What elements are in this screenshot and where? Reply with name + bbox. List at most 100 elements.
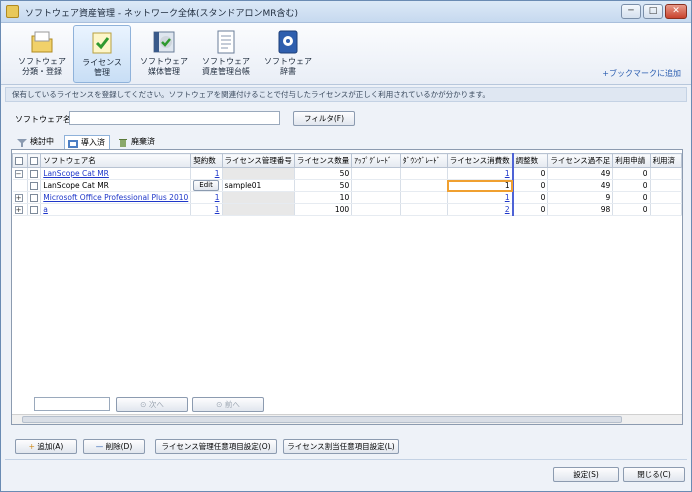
adjust-cell[interactable]: 0	[512, 179, 549, 192]
header-license-qty[interactable]: ライセンス数量	[293, 153, 353, 168]
collapse-toggle[interactable]: −	[14, 170, 23, 178]
used-cell	[650, 203, 683, 216]
tab-considering[interactable]: 検討中	[14, 135, 58, 149]
minimize-button[interactable]: ─	[621, 4, 641, 19]
license-qty-cell[interactable]: 50	[294, 179, 353, 192]
header-surplus[interactable]: ライセンス過不足	[547, 153, 614, 168]
tab-asset-ledger[interactable]: ソフトウェア 資産管理台帳	[197, 25, 255, 83]
add-button[interactable]: + 追加(A)	[15, 439, 77, 454]
tab-considering-label: 検討中	[30, 137, 54, 146]
surplus-cell: 98	[547, 203, 614, 216]
consumed-cell-selected[interactable]: 1	[447, 179, 514, 192]
window-title: ソフトウェア資産管理 - ネットワーク全体(スタンドアロンMR含む)	[25, 9, 299, 19]
consumed-link[interactable]: 1	[505, 193, 510, 202]
downgrade-cell[interactable]	[400, 203, 448, 216]
tab-installed-label: 導入済	[81, 138, 105, 147]
contract-link[interactable]: 1	[215, 169, 220, 178]
downgrade-cell[interactable]	[400, 179, 448, 192]
upgrade-cell[interactable]	[351, 179, 401, 192]
consumed-link[interactable]: 2	[505, 205, 510, 214]
filter-button[interactable]: フィルタ(F)	[293, 111, 355, 126]
software-name-input[interactable]	[69, 111, 280, 125]
select-all-checkbox[interactable]	[15, 157, 23, 165]
used-cell	[650, 167, 683, 180]
tab-software-dictionary[interactable]: ソフトウェア 辞書	[259, 25, 317, 83]
adjust-cell[interactable]: 0	[512, 203, 549, 216]
header-upgrade[interactable]: ｱｯﾌﾟｸﾞﾚｰﾄﾞ	[351, 153, 401, 168]
header-mgmt-number[interactable]: ライセンス管理番号	[221, 153, 295, 168]
minus-icon: —	[95, 442, 106, 451]
downgrade-cell[interactable]	[400, 191, 448, 204]
app-icon	[6, 5, 19, 18]
mgmt-number-cell[interactable]: sample01	[222, 179, 295, 192]
table-row[interactable]: + a 1 100 2 0 98 0	[12, 203, 683, 216]
grid-search-input[interactable]	[34, 397, 110, 411]
contract-link[interactable]: 1	[215, 205, 220, 214]
header-checkbox[interactable]	[30, 157, 39, 165]
tab-license-management[interactable]: ライセンス 管理	[73, 25, 131, 83]
tab-installed[interactable]: 導入済	[64, 135, 110, 149]
adjust-cell[interactable]: 0	[512, 167, 549, 180]
header-downgrade[interactable]: ﾀﾞｳﾝｸﾞﾚｰﾄﾞ	[399, 153, 448, 168]
header-contract[interactable]: 契約数	[190, 153, 223, 168]
table-row[interactable]: + Microsoft Office Professional Plus 201…	[12, 191, 683, 204]
header-application[interactable]: 利用申請	[612, 153, 651, 168]
header-consumed[interactable]: ライセンス消費数	[446, 153, 514, 168]
close-window-button[interactable]: ✕	[665, 4, 687, 19]
next-button[interactable]: ⊙ 次へ	[116, 397, 188, 412]
adjust-cell[interactable]: 0	[512, 191, 549, 204]
installed-icon	[68, 139, 78, 148]
maximize-button[interactable]: □	[643, 4, 663, 19]
settings-button[interactable]: 設定(S)	[553, 467, 619, 482]
row-checkbox[interactable]	[30, 194, 39, 202]
license-qty-cell[interactable]: 100	[294, 203, 353, 216]
software-name-link[interactable]: Microsoft Office Professional Plus 2010	[43, 193, 188, 202]
downgrade-cell[interactable]	[400, 167, 448, 180]
prev-icon: ⊙	[216, 400, 225, 409]
application-cell: 0	[612, 179, 651, 192]
upgrade-cell[interactable]	[351, 203, 401, 216]
scroll-thumb[interactable]	[22, 416, 622, 423]
add-bookmark-link[interactable]: +ブックマークに追加	[602, 68, 681, 79]
contract-link[interactable]: 1	[215, 193, 220, 202]
row-checkbox[interactable]	[30, 206, 39, 214]
row-checkbox[interactable]	[30, 170, 39, 178]
upgrade-cell[interactable]	[351, 167, 401, 180]
license-grid: ソフトウェア名 契約数 ライセンス管理番号 ライセンス数量 ｱｯﾌﾟｸﾞﾚｰﾄﾞ…	[11, 149, 683, 425]
mgmt-optional-settings-button[interactable]: ライセンス管理任意項目設定(O)	[155, 439, 277, 454]
tab-software-media[interactable]: ソフトウェア 媒体管理	[135, 25, 193, 83]
tab-label-line1: ソフトウェア	[264, 57, 312, 66]
expand-toggle[interactable]: +	[14, 194, 23, 202]
expand-toggle[interactable]: +	[14, 206, 23, 214]
prev-button[interactable]: ⊙ 前へ	[192, 397, 264, 412]
upgrade-cell[interactable]	[351, 191, 401, 204]
application-cell: 0	[612, 203, 651, 216]
horizontal-scrollbar[interactable]	[12, 414, 682, 424]
surplus-cell: 49	[547, 167, 614, 180]
used-cell	[650, 191, 683, 204]
mgmt-number-cell[interactable]	[222, 203, 295, 216]
software-name-link[interactable]: LanScope Cat MR	[43, 169, 109, 178]
delete-button[interactable]: — 削除(D)	[83, 439, 145, 454]
next-icon: ⊙	[140, 400, 149, 409]
license-qty-cell[interactable]: 50	[294, 167, 353, 180]
tab-disposed[interactable]: 廃棄済	[115, 135, 159, 149]
consumed-link[interactable]: 1	[505, 169, 510, 178]
tab-label-line2: 資産管理台帳	[202, 67, 250, 76]
header-adjust[interactable]: 調整数	[512, 153, 549, 168]
tab-software-classify[interactable]: ソフトウェア 分類・登録	[13, 25, 71, 83]
header-used[interactable]: 利用済	[649, 153, 683, 168]
mgmt-number-cell[interactable]	[222, 191, 295, 204]
close-button[interactable]: 閉じる(C)	[623, 467, 685, 482]
header-software-name[interactable]: ソフトウェア名	[40, 153, 192, 168]
table-row[interactable]: LanScope Cat MR Edit sample01 50 1 0 49 …	[12, 179, 683, 192]
license-qty-cell[interactable]: 10	[294, 191, 353, 204]
trash-icon	[118, 138, 128, 147]
dictionary-icon	[275, 29, 301, 55]
alloc-optional-settings-button[interactable]: ライセンス割当任意項目設定(L)	[283, 439, 399, 454]
software-name-link[interactable]: a	[43, 205, 48, 214]
row-checkbox[interactable]	[30, 182, 39, 190]
mgmt-number-cell[interactable]	[222, 167, 295, 180]
table-row[interactable]: − LanScope Cat MR 1 50 1 0 49 0	[12, 167, 683, 180]
edit-button[interactable]: Edit	[193, 180, 219, 191]
